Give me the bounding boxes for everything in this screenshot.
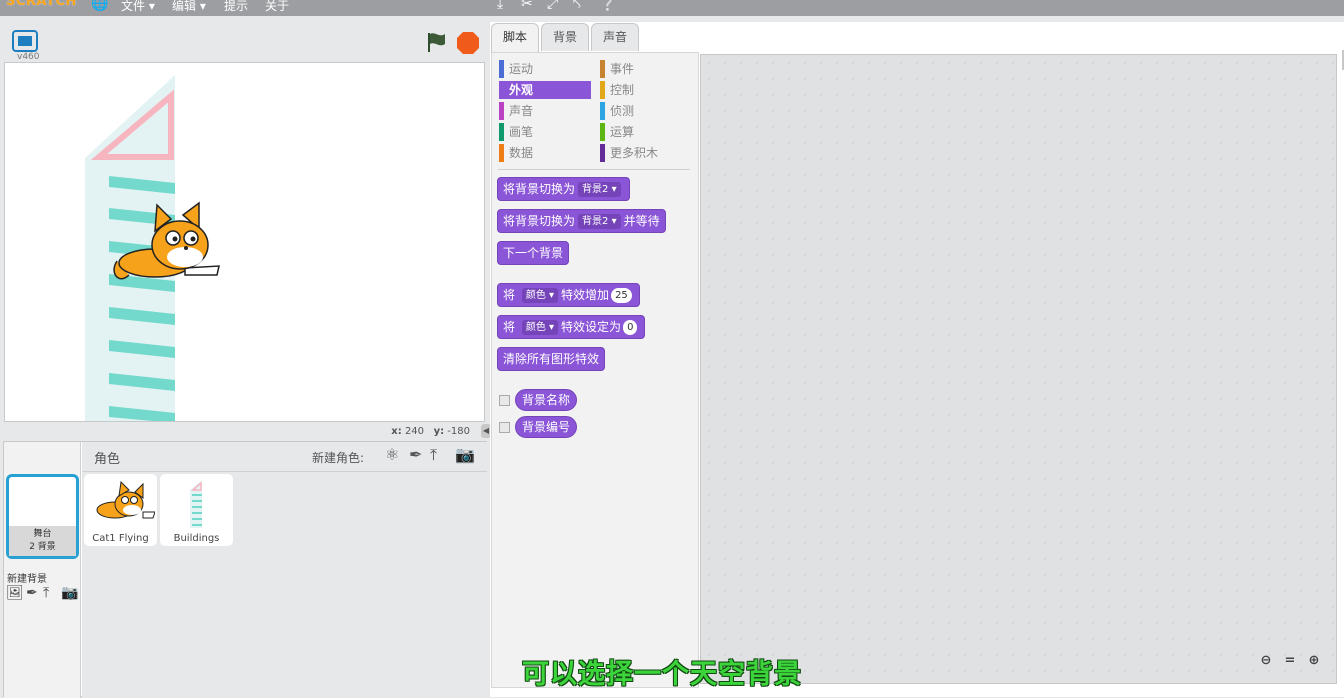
version-label: v460 [17, 52, 40, 62]
category-motion[interactable]: 运动 [499, 60, 589, 78]
stage-header: v460 [3, 22, 486, 62]
grow-icon[interactable]: ⤢ [547, 0, 558, 12]
zoom-reset-icon[interactable]: = [1280, 653, 1300, 671]
delete-scissors-icon[interactable]: ✂ [521, 0, 533, 12]
paint-from-library-icon[interactable]: 🖼 [6, 585, 24, 601]
category-more-blocks[interactable]: 更多积木 [600, 144, 690, 162]
change-effect-block[interactable]: 将 颜色 ▾ 特效增加 25 [497, 283, 640, 307]
category-operators[interactable]: 运算 [600, 123, 690, 141]
effect-dropdown[interactable]: 颜色 ▾ [521, 288, 559, 303]
presentation-mode-icon[interactable] [12, 30, 38, 52]
tab-scripts[interactable]: 脚本 [491, 23, 539, 52]
show-backdrop-name-checkbox[interactable] [499, 395, 510, 406]
zoom-out-icon[interactable]: ⊖ [1256, 653, 1276, 671]
effect-amount-input[interactable]: 25 [611, 288, 632, 303]
paint-new-sprite-icon[interactable]: ✒ [409, 445, 422, 464]
sprite-header: 角色 新建角色: ⚛ ✒ ⤒ 📷 [82, 442, 487, 472]
switch-backdrop-block[interactable]: 将背景切换为 背景2 ▾ [497, 177, 630, 201]
category-pen[interactable]: 画笔 [499, 123, 589, 141]
camera-sprite-icon[interactable]: 📷 [455, 445, 475, 464]
y-value: -180 [447, 426, 470, 437]
language-globe-icon[interactable]: 🌐 [91, 0, 108, 12]
tab-backdrops[interactable]: 背景 [541, 23, 589, 51]
stage-column: 舞台 2 背景 新建背景 🖼 ✒ ⤒ 📷 [4, 442, 81, 698]
new-sprite-label: 新建角色: [312, 451, 365, 465]
stage-backdrop-count: 2 背景 [29, 542, 56, 552]
stop-sign-icon[interactable] [456, 31, 480, 55]
backdrop-name-reporter[interactable]: 背景名称 [515, 389, 578, 411]
clear-graphic-effects-block[interactable]: 清除所有图形特效 [497, 347, 606, 371]
tab-sounds[interactable]: 声音 [591, 23, 639, 51]
effect-dropdown[interactable]: 颜色 ▾ [521, 320, 559, 335]
sprite-library-icon[interactable]: ⚛ [385, 445, 399, 464]
backdrop-dropdown[interactable]: 背景2 ▾ [578, 182, 621, 197]
effect-value-input[interactable]: 0 [623, 320, 638, 335]
stage-panel: v460 x: 240 y: -180 ◀ [3, 22, 491, 438]
stage-scene [85, 75, 220, 421]
file-menu[interactable]: 文件 ▾ [121, 0, 155, 14]
sprite-list: Cat1 Flying Buildings [82, 472, 487, 698]
x-value: 240 [404, 426, 425, 437]
paint-brush-icon[interactable]: ✒ [26, 585, 38, 601]
scripts-panel: 脚本 背景 声音 运动 事件 外观 控制 声音 侦测 画笔 运算 数据 更多积木… [490, 22, 1344, 697]
stage-canvas[interactable] [4, 62, 485, 422]
backdrop-number-reporter[interactable]: 背景编号 [515, 416, 578, 438]
category-data[interactable]: 数据 [499, 144, 589, 162]
sprite-name: Cat1 Flying [92, 533, 149, 544]
backdrop-dropdown[interactable]: 背景2 ▾ [578, 214, 621, 229]
x-label: x: [391, 426, 402, 437]
menu-bar: SCRATCH 🌐 文件 ▾ 编辑 ▾ 提示 关于 ⤓ ✂ ⤢ ⤣ ❔ [0, 0, 1344, 16]
help-icon[interactable]: ❔ [599, 0, 616, 12]
camera-icon[interactable]: 📷 [61, 585, 78, 601]
sprite-tile-cat[interactable]: Cat1 Flying [84, 474, 157, 546]
zoom-controls: ⊖ = ⊕ [1254, 651, 1334, 675]
show-backdrop-number-checkbox[interactable] [499, 422, 510, 433]
about-menu[interactable]: 关于 [265, 0, 289, 14]
next-backdrop-block[interactable]: 下一个背景 [497, 241, 570, 265]
scratch-logo[interactable]: SCRATCH [6, 0, 77, 9]
block-palette: 运动 事件 外观 控制 声音 侦测 画笔 运算 数据 更多积木 将背景切换为 背景… [491, 52, 699, 688]
category-sound[interactable]: 声音 [499, 102, 589, 120]
category-events[interactable]: 事件 [600, 60, 690, 78]
edit-menu[interactable]: 编辑 ▾ [172, 0, 206, 14]
upload-sprite-icon[interactable]: ⤒ [430, 445, 437, 465]
category-control[interactable]: 控制 [600, 81, 690, 99]
stage-tile[interactable]: 舞台 2 背景 [6, 474, 79, 559]
zoom-in-icon[interactable]: ⊕ [1304, 653, 1324, 671]
green-flag-icon[interactable] [425, 31, 449, 53]
cat-thumbnail [96, 480, 155, 519]
duplicate-stamp-icon[interactable]: ⤓ [497, 0, 503, 12]
buildings-thumbnail [190, 480, 202, 528]
category-looks[interactable]: 外观 [499, 81, 591, 99]
tips-menu[interactable]: 提示 [224, 0, 248, 14]
sprite-panel: 舞台 2 背景 新建背景 🖼 ✒ ⤒ 📷 角色 新建角色: ⚛ ✒ ⤒ 📷 Ca… [3, 441, 487, 698]
stage-tile-label: 舞台 [33, 529, 52, 539]
switch-backdrop-and-wait-block[interactable]: 将背景切换为 背景2 ▾ 并等待 [497, 209, 666, 233]
mouse-coordinates: x: 240 y: -180 [391, 426, 470, 437]
sprites-title: 角色 [94, 452, 121, 467]
script-area[interactable]: ⊖ = ⊕ [700, 54, 1337, 684]
sprite-name: Buildings [173, 533, 220, 544]
upload-icon[interactable]: ⤒ [43, 585, 49, 601]
y-label: y: [433, 426, 445, 437]
palette-divider [498, 169, 690, 170]
shrink-icon[interactable]: ⤣ [573, 0, 581, 12]
video-subtitle: 可以选择一个天空背景 [522, 659, 802, 690]
sprite-tile-buildings[interactable]: Buildings [160, 474, 233, 546]
category-sensing[interactable]: 侦测 [600, 102, 690, 120]
set-effect-block[interactable]: 将 颜色 ▾ 特效设定为 0 [497, 315, 646, 339]
new-backdrop-label: 新建背景 [7, 574, 47, 585]
